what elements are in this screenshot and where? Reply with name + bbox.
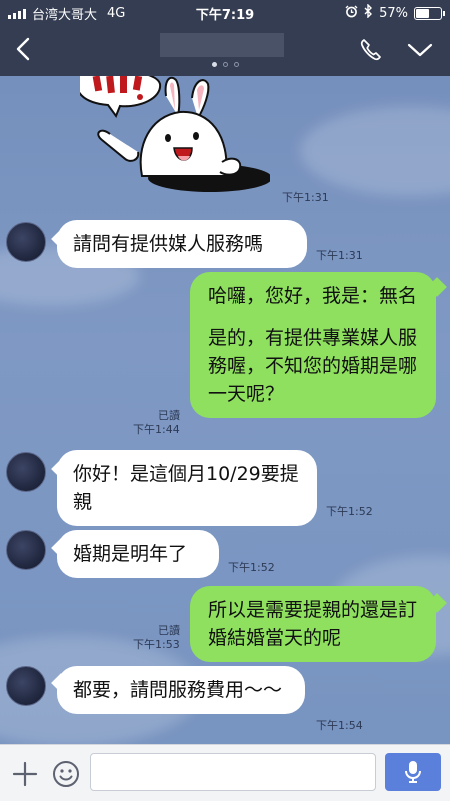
message-bubble-incoming[interactable]: 你好！是這個月10/29要提親 xyxy=(57,450,317,526)
microphone-icon xyxy=(403,760,423,788)
message-input-bar xyxy=(0,744,450,801)
avatar[interactable] xyxy=(6,222,46,262)
timestamp: 下午1:52 xyxy=(326,505,373,518)
message-text: 所以是需要提親的還是訂婚結婚當天的呢 xyxy=(208,599,418,649)
message-bubble-incoming[interactable]: 請問有提供媒人服務嗎 xyxy=(57,220,307,268)
phone-icon[interactable] xyxy=(358,37,384,63)
timestamp: 下午1:44 xyxy=(133,423,180,436)
battery-icon xyxy=(414,6,445,20)
page-dot xyxy=(233,62,239,67)
plus-icon[interactable] xyxy=(12,761,38,787)
microphone-button[interactable] xyxy=(385,753,441,791)
bluetooth-icon xyxy=(364,3,373,22)
alarm-icon xyxy=(345,5,358,22)
message-input[interactable] xyxy=(90,753,376,791)
emoji-icon[interactable] xyxy=(52,760,80,788)
message-text: 都要，請問服務費用～～ xyxy=(73,679,283,701)
back-icon[interactable] xyxy=(10,34,38,64)
message-bubble-incoming[interactable]: 婚期是明年了 xyxy=(57,530,219,578)
message-bubble-outgoing[interactable]: 哈囉，您好，我是：無名 是的，有提供專業媒人服務喔，不知您的婚期是哪一天呢？ xyxy=(190,272,436,418)
avatar[interactable] xyxy=(6,452,46,492)
message-text: 你好！是這個月10/29要提親 xyxy=(73,463,299,513)
rabbit-sticker[interactable] xyxy=(74,76,272,196)
message-paragraph: 是的，有提供專業媒人服務喔，不知您的婚期是哪一天呢？ xyxy=(208,327,418,405)
chevron-down-icon[interactable] xyxy=(406,40,434,60)
chat-area[interactable]: 下午1:31 請問有提供媒人服務嗎 下午1:31 哈囉，您好，我是：無名 是的，… xyxy=(0,76,450,744)
timestamp: 下午1:54 xyxy=(316,719,363,732)
message-text: 婚期是明年了 xyxy=(73,543,188,565)
message-text: 請問有提供媒人服務嗎 xyxy=(73,233,264,255)
message-paragraph: 哈囉，您好，我是：無名 xyxy=(208,285,418,307)
chat-title-redacted[interactable] xyxy=(160,33,284,57)
avatar[interactable] xyxy=(6,666,46,706)
page-dot xyxy=(211,62,217,67)
message-bubble-incoming[interactable]: 都要，請問服務費用～～ xyxy=(57,666,305,714)
timestamp: 下午1:31 xyxy=(282,191,329,204)
status-bar: 台湾大哥大 4G 下午7:19 57% xyxy=(0,0,450,24)
timestamp: 下午1:52 xyxy=(228,561,275,574)
message-bubble-outgoing[interactable]: 所以是需要提親的還是訂婚結婚當天的呢 xyxy=(190,586,436,662)
timestamp: 下午1:31 xyxy=(316,249,363,262)
avatar[interactable] xyxy=(6,530,46,570)
timestamp: 下午1:53 xyxy=(133,638,180,651)
battery-percent: 57% xyxy=(379,5,408,21)
chat-header xyxy=(0,24,450,76)
page-dot xyxy=(222,62,228,67)
